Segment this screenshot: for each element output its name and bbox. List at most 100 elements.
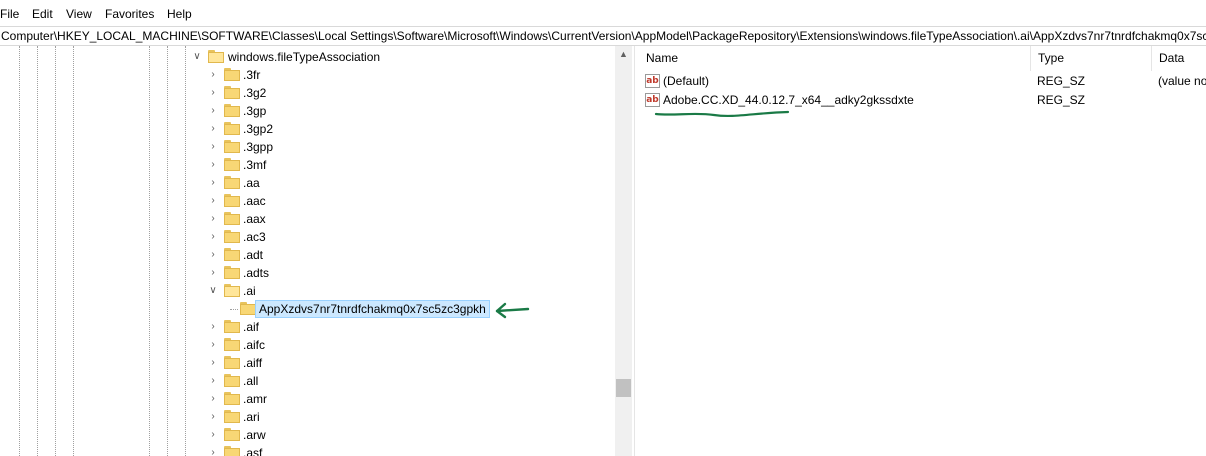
tree-item-3gp[interactable]: › .3gp [0, 102, 615, 120]
menu-edit[interactable]: Edit [32, 6, 53, 22]
chevron-right-icon[interactable]: › [207, 176, 219, 190]
address-bar[interactable]: Computer\HKEY_LOCAL_MACHINE\SOFTWARE\Cla… [0, 26, 1206, 46]
chevron-right-icon[interactable]: › [207, 68, 219, 82]
tree-item-adt[interactable]: › .adt [0, 246, 615, 264]
value-name: Adobe.CC.XD_44.0.12.7_x64__adky2gkssdxte [663, 93, 914, 107]
chevron-down-icon[interactable]: ∨ [191, 50, 203, 64]
menu-help[interactable]: Help [167, 6, 192, 22]
folder-icon [224, 122, 240, 135]
chevron-right-icon[interactable]: › [207, 356, 219, 370]
tree-item-all[interactable]: › .all [0, 372, 615, 390]
tree-item-label: .aifc [243, 338, 266, 352]
chevron-right-icon[interactable]: › [207, 266, 219, 280]
tree-item-3gpp[interactable]: › .3gpp [0, 138, 615, 156]
chevron-right-icon[interactable]: › [207, 338, 219, 352]
folder-icon [224, 86, 240, 99]
chevron-right-icon[interactable]: › [207, 320, 219, 334]
chevron-right-icon[interactable]: › [207, 86, 219, 100]
tree-item-ari[interactable]: › .ari [0, 408, 615, 426]
chevron-right-icon[interactable]: › [207, 212, 219, 226]
folder-icon [224, 410, 240, 423]
chevron-right-icon[interactable]: › [207, 446, 219, 456]
tree-item-label: .3mf [243, 158, 267, 172]
folder-icon [224, 266, 240, 279]
folder-icon [224, 194, 240, 207]
chevron-right-icon[interactable]: › [207, 194, 219, 208]
tree-item-amr[interactable]: › .amr [0, 390, 615, 408]
chevron-right-icon[interactable]: › [207, 230, 219, 244]
tree-item-label: .3fr [243, 68, 261, 82]
tree-item-label: .ac3 [243, 230, 266, 244]
column-header-name[interactable]: Name [639, 46, 1030, 71]
tree-item-aifc[interactable]: › .aifc [0, 336, 615, 354]
tree-vertical-scrollbar[interactable]: ▲ [615, 46, 632, 456]
chevron-down-icon[interactable]: ∨ [207, 284, 219, 298]
green-underline-annotation [654, 110, 790, 118]
tree-item-arw[interactable]: › .arw [0, 426, 615, 444]
address-path[interactable]: Computer\HKEY_LOCAL_MACHINE\SOFTWARE\Cla… [1, 28, 1206, 44]
tree-item-3gp2[interactable]: › .3gp2 [0, 120, 615, 138]
column-header-data[interactable]: Data [1152, 46, 1206, 71]
tree-item-ac3[interactable]: › .ac3 [0, 228, 615, 246]
tree-item-windows-filetypeassociation[interactable]: ∨ windows.fileTypeAssociation [0, 48, 615, 66]
selected-tree-item-label: AppXzdvs7nr7tnrdfchakmq0x7sc5zc3gpkh [255, 300, 490, 318]
folder-icon [224, 104, 240, 117]
tree-item-3fr[interactable]: › .3fr [0, 66, 615, 84]
menu-bar: File Edit View Favorites Help [0, 0, 1206, 26]
value-row-default[interactable]: ab (Default) REG_SZ (value no [639, 72, 1206, 91]
folder-icon [224, 428, 240, 441]
tree-item-aax[interactable]: › .aax [0, 210, 615, 228]
folder-icon [224, 356, 240, 369]
value-type: REG_SZ [1037, 74, 1086, 88]
ab-string-icon: ab [645, 93, 660, 107]
folder-icon [240, 302, 256, 315]
chevron-right-icon[interactable]: › [207, 158, 219, 172]
menu-view[interactable]: View [66, 6, 92, 22]
tree-item-ai[interactable]: ∨ .ai [0, 282, 615, 300]
folder-icon [224, 176, 240, 189]
folder-icon [224, 140, 240, 153]
chevron-right-icon[interactable]: › [207, 104, 219, 118]
folder-icon [224, 446, 240, 456]
folder-icon [224, 320, 240, 333]
chevron-right-icon[interactable]: › [207, 122, 219, 136]
tree-item-label: .arw [243, 428, 266, 442]
tree-item-label: .adt [243, 248, 264, 262]
folder-icon [224, 374, 240, 387]
tree-item-3mf[interactable]: › .3mf [0, 156, 615, 174]
chevron-right-icon[interactable]: › [207, 428, 219, 442]
scroll-thumb[interactable] [616, 379, 631, 397]
folder-icon [224, 212, 240, 225]
tree-item-label: .3gpp [243, 140, 274, 154]
tree-item-label: .ai [243, 284, 256, 298]
tree-item-label: .aac [243, 194, 266, 208]
key-tree-pane[interactable]: ∨ windows.fileTypeAssociation › .3fr › .3g2… [0, 46, 633, 456]
tree-item-aiff[interactable]: › .aiff [0, 354, 615, 372]
tree-item-label: .3g2 [243, 86, 267, 100]
green-arrow-annotation [495, 302, 530, 319]
folder-icon [224, 338, 240, 351]
tree-item-aac[interactable]: › .aac [0, 192, 615, 210]
registry-editor-window: File Edit View Favorites Help Computer\H… [0, 0, 1206, 456]
folder-open-icon [224, 284, 240, 297]
tree-item-label: .aiff [243, 356, 263, 370]
chevron-right-icon[interactable]: › [207, 410, 219, 424]
chevron-right-icon[interactable]: › [207, 374, 219, 388]
chevron-right-icon[interactable]: › [207, 392, 219, 406]
column-header-type[interactable]: Type [1031, 46, 1151, 71]
folder-icon [224, 68, 240, 81]
menu-file[interactable]: File [0, 6, 19, 22]
scroll-up-arrow-icon[interactable]: ▲ [615, 46, 632, 63]
tree-item-aa[interactable]: › .aa [0, 174, 615, 192]
tree-item-label: .3gp2 [243, 122, 274, 136]
tree-item-label: .3gp [243, 104, 267, 118]
menu-favorites[interactable]: Favorites [105, 6, 154, 22]
tree-item-label: .aif [243, 320, 260, 334]
tree-item-asf[interactable]: › .asf [0, 444, 615, 456]
ab-string-icon: ab [645, 74, 660, 88]
tree-connector-line [230, 309, 238, 310]
chevron-right-icon[interactable]: › [207, 140, 219, 154]
tree-item-3g2[interactable]: › .3g2 [0, 84, 615, 102]
chevron-right-icon[interactable]: › [207, 248, 219, 262]
tree-item-adts[interactable]: › .adts [0, 264, 615, 282]
